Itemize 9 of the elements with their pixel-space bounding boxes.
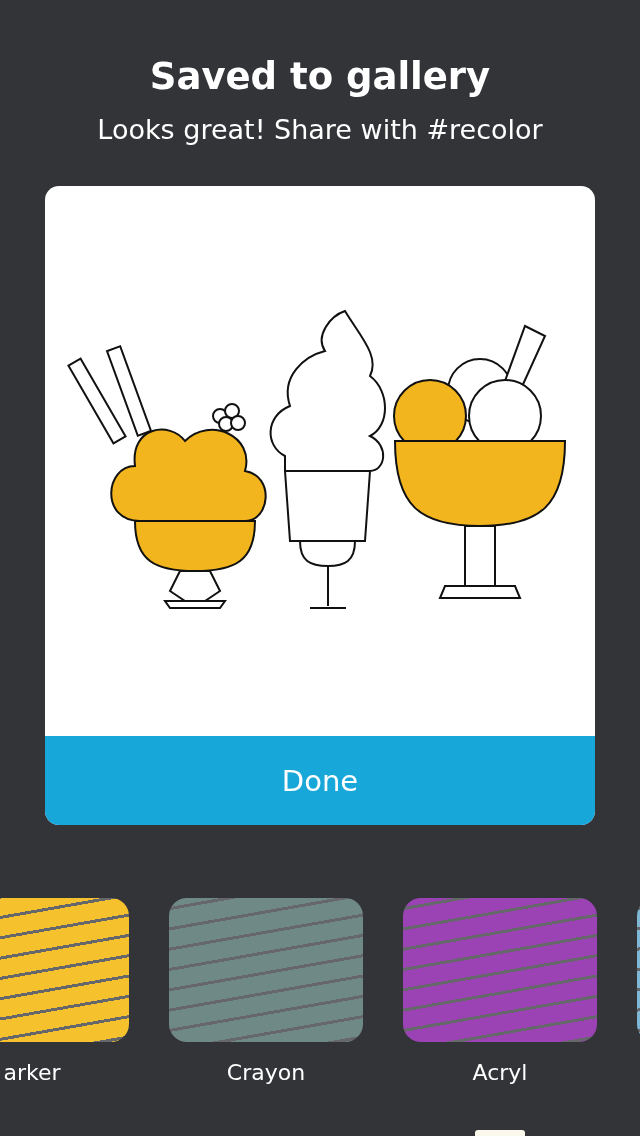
done-button[interactable]: Done xyxy=(45,736,595,825)
partial-card-edge xyxy=(475,1130,525,1136)
dialog-title: Saved to gallery xyxy=(149,54,491,100)
brush-swatch[interactable] xyxy=(403,898,597,1042)
brush-label: Crayon xyxy=(226,1059,306,1087)
brush-label: arker xyxy=(3,1059,61,1087)
brush-label: Acryl xyxy=(472,1059,528,1087)
dialog-subtitle: Looks great! Share with #recolor xyxy=(97,113,543,147)
brush-swatch[interactable] xyxy=(169,898,363,1042)
